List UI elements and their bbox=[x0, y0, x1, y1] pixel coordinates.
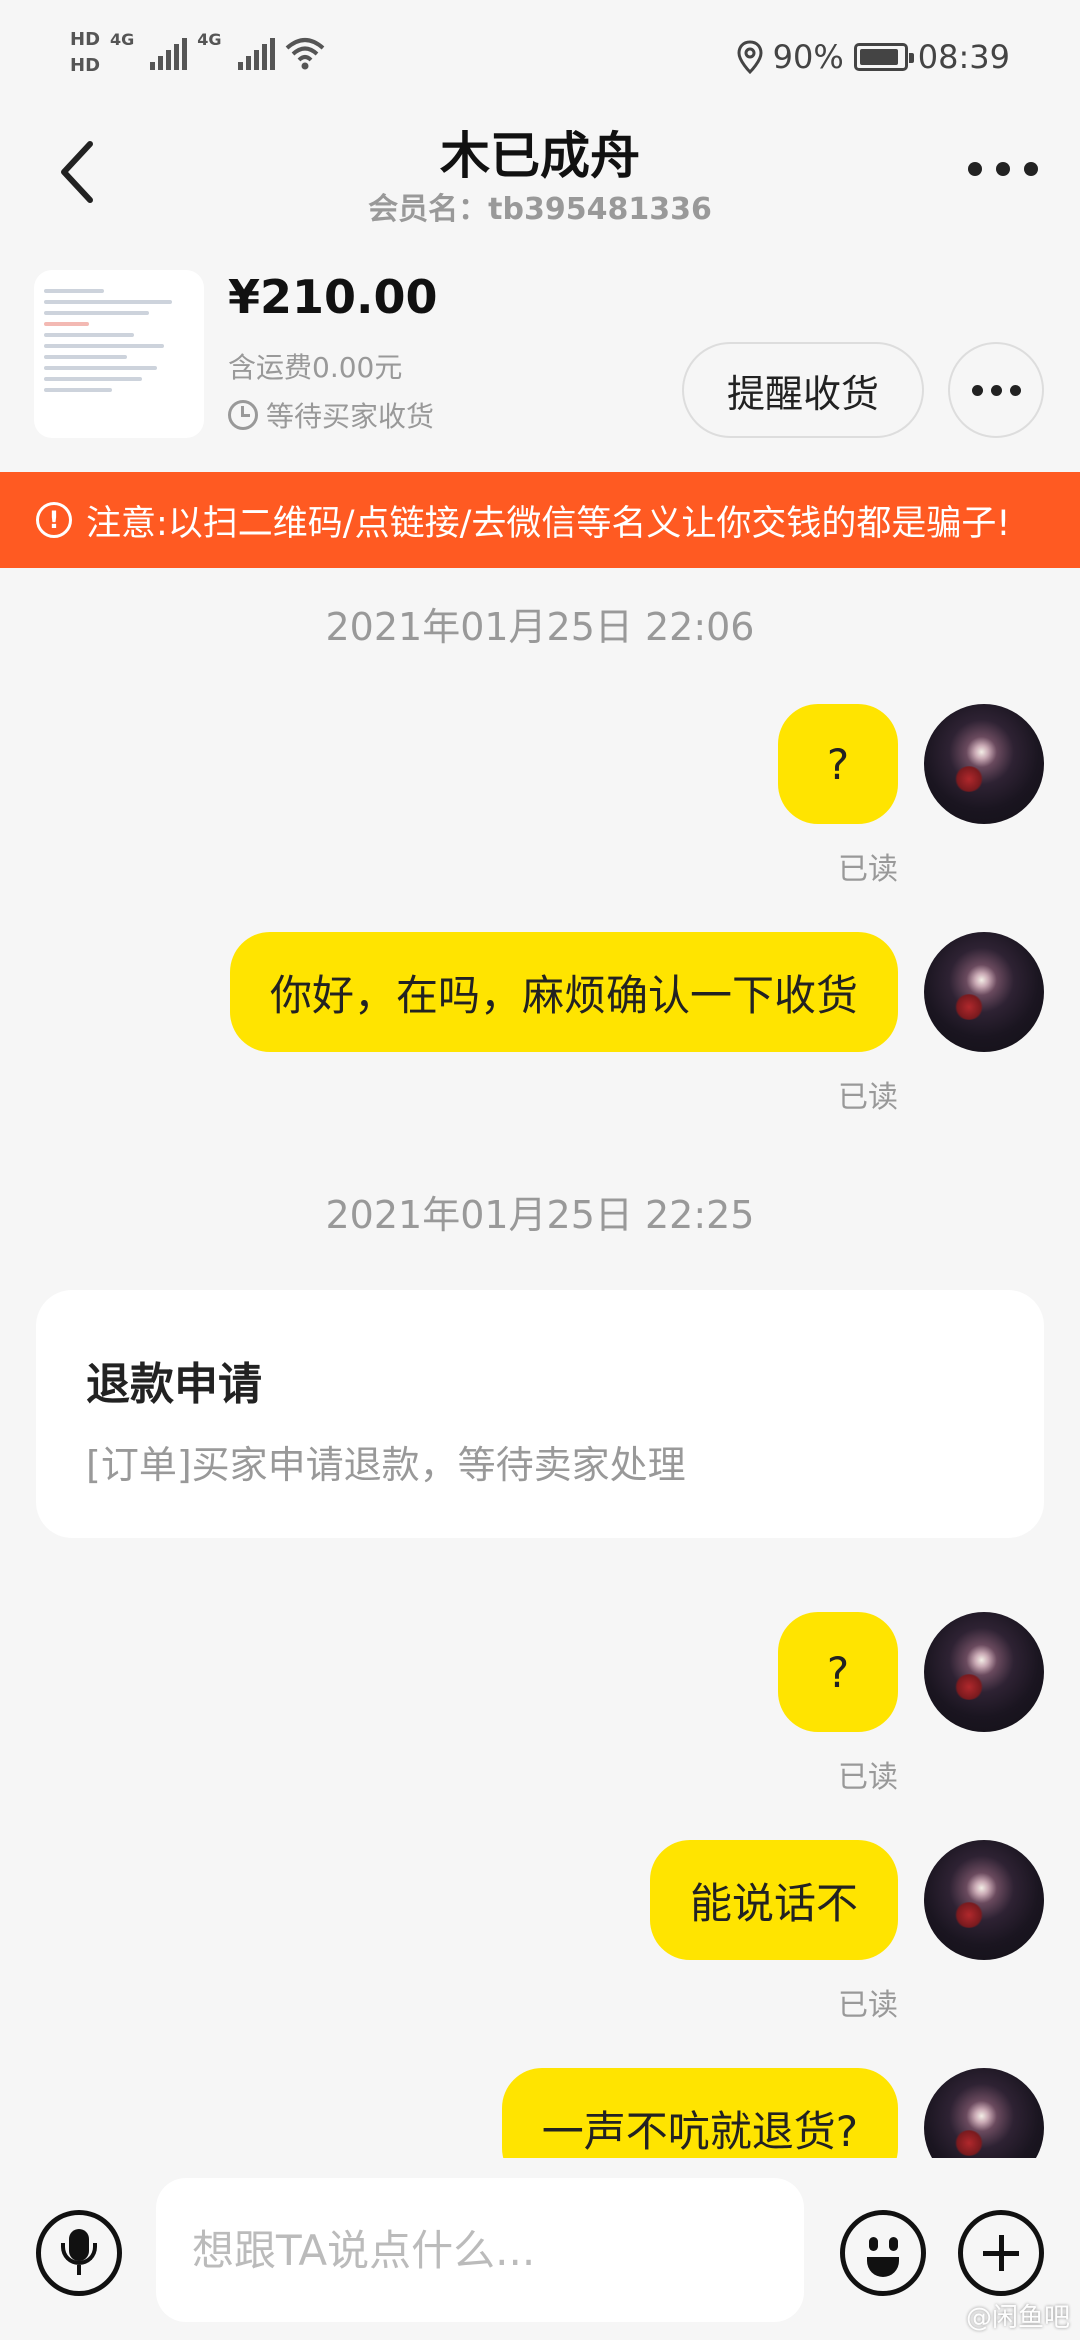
signal-icon bbox=[150, 36, 188, 70]
avatar[interactable] bbox=[924, 932, 1044, 1052]
order-status-label: 等待买家收货 bbox=[266, 400, 435, 433]
message-bubble[interactable]: ? bbox=[778, 704, 898, 824]
order-card: ¥210.00 含运费0.00元 等待买家收货 提醒收货 bbox=[0, 250, 1080, 472]
location-icon bbox=[737, 40, 763, 74]
timestamp: 2021年01月25日 22:06 bbox=[325, 605, 755, 649]
net2-label: 4G bbox=[197, 30, 222, 49]
message-bubble[interactable]: 一声不吭就退货? bbox=[501, 2068, 898, 2158]
shipping-fee: 含运费0.00元 bbox=[228, 351, 403, 384]
message-bubble[interactable]: 你好，在吗，麻烦确认一下收货 bbox=[229, 932, 898, 1052]
status-bar: HD HD 4G 4G 90% 08:39 bbox=[0, 0, 1080, 120]
refund-description: [订单]买家申请退款，等待卖家处理 bbox=[86, 1443, 686, 1487]
plus-icon[interactable] bbox=[958, 2210, 1044, 2296]
battery-fill bbox=[859, 49, 898, 65]
message-bubble[interactable]: 能说话不 bbox=[649, 1840, 898, 1960]
message-row: 你好，在吗，麻烦确认一下收货 bbox=[229, 932, 1044, 1052]
page-title: 木已成舟 bbox=[440, 127, 640, 185]
status-left: HD HD 4G 4G bbox=[70, 30, 325, 76]
read-receipt: 已读 bbox=[838, 1760, 898, 1795]
message-row: 一声不吭就退货? bbox=[501, 2068, 1044, 2158]
order-more-button[interactable] bbox=[948, 342, 1044, 438]
clock-time: 08:39 bbox=[917, 38, 1010, 76]
member-name: 会员名：tb395481336 bbox=[368, 192, 712, 227]
emoji-icon[interactable] bbox=[840, 2210, 926, 2296]
battery-percent: 90% bbox=[772, 38, 844, 76]
message-row: 能说话不 bbox=[649, 1840, 1044, 1960]
read-receipt: 已读 bbox=[838, 852, 898, 887]
hd1-label: HD bbox=[70, 29, 101, 50]
dot-icon bbox=[968, 162, 982, 176]
clock-icon bbox=[228, 400, 258, 430]
watermark: @闲鱼吧 bbox=[965, 2303, 1070, 2333]
dot-icon bbox=[971, 384, 983, 396]
fraud-warning-banner: ! 注意:以扫二维码/点链接/去微信等名义让你交钱的都是骗子! bbox=[0, 472, 1080, 568]
wifi-icon bbox=[285, 38, 324, 70]
status-right: 90% 08:39 bbox=[737, 38, 1010, 76]
read-receipt: 已读 bbox=[838, 1988, 898, 2023]
hd2-label: HD bbox=[70, 55, 101, 76]
refund-request-card[interactable]: 退款申请 [订单]买家申请退款，等待卖家处理 bbox=[36, 1290, 1044, 1538]
hd-indicators: HD HD bbox=[70, 30, 100, 76]
chat-area[interactable]: 2021年01月25日 22:06 ? 已读 你好，在吗，麻烦确认一下收货 已读… bbox=[0, 568, 1080, 2158]
avatar[interactable] bbox=[924, 704, 1044, 824]
read-receipt: 已读 bbox=[838, 1080, 898, 1115]
order-status: 等待买家收货 bbox=[228, 395, 434, 435]
avatar[interactable] bbox=[924, 2068, 1044, 2158]
message-row: ? bbox=[778, 704, 1044, 824]
net1-label: 4G bbox=[110, 30, 135, 49]
remind-receipt-button[interactable]: 提醒收货 bbox=[682, 342, 924, 438]
message-bubble[interactable]: ? bbox=[778, 1612, 898, 1732]
avatar[interactable] bbox=[924, 1612, 1044, 1732]
timestamp: 2021年01月25日 22:25 bbox=[325, 1193, 755, 1237]
order-price: ¥210.00 bbox=[228, 270, 438, 324]
more-menu-button[interactable] bbox=[968, 154, 1038, 184]
dot-icon bbox=[1009, 384, 1021, 396]
avatar[interactable] bbox=[924, 1840, 1044, 1960]
dot-icon bbox=[1024, 162, 1038, 176]
message-input[interactable] bbox=[156, 2178, 804, 2322]
warning-text: 注意:以扫二维码/点链接/去微信等名义让你交钱的都是骗子! bbox=[86, 503, 1011, 544]
product-thumbnail[interactable] bbox=[34, 270, 204, 438]
alert-icon: ! bbox=[36, 502, 72, 538]
microphone-icon[interactable] bbox=[36, 2210, 122, 2296]
battery-icon bbox=[853, 43, 914, 71]
dot-icon bbox=[990, 384, 1002, 396]
input-bar: @闲鱼吧 bbox=[0, 2158, 1080, 2340]
message-row: ? bbox=[778, 1612, 1044, 1732]
refund-title: 退款申请 bbox=[86, 1359, 262, 1410]
chat-header: 木已成舟 会员名：tb395481336 bbox=[0, 110, 1080, 250]
dot-icon bbox=[996, 162, 1010, 176]
signal-icon bbox=[237, 36, 275, 70]
